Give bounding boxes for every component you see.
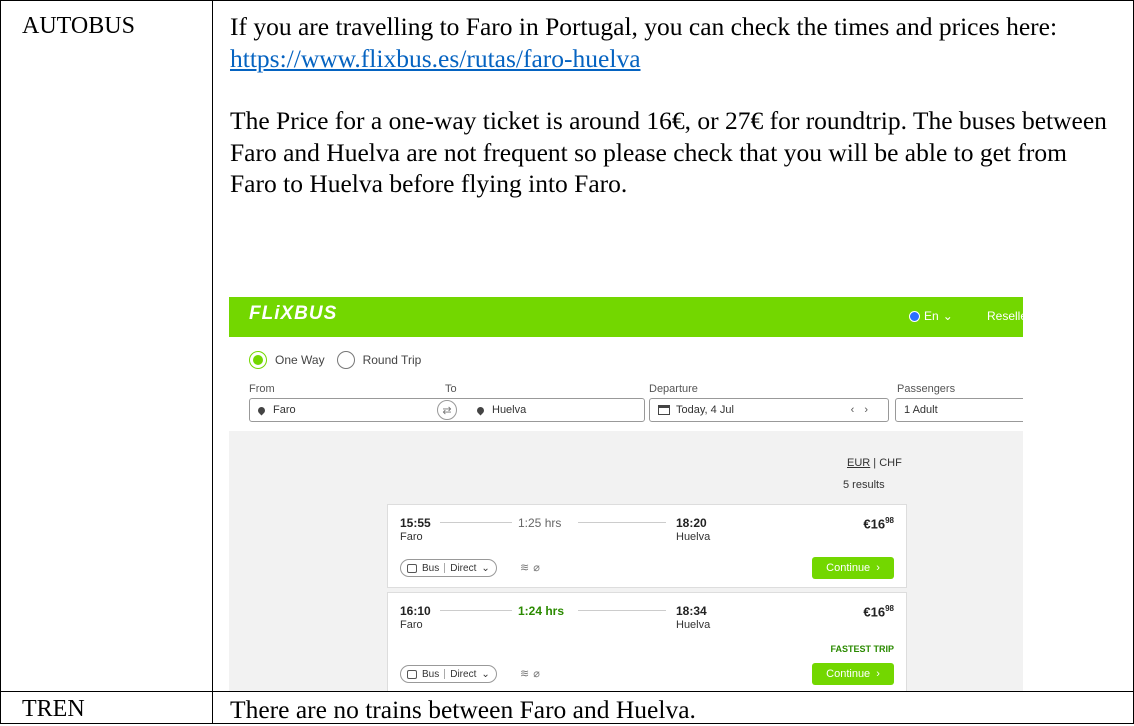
autobus-cell: If you are travelling to Faro in Portuga… [230,11,1120,200]
row-label-autobus: AUTOBUS [22,13,135,39]
calendar-icon [658,405,670,415]
arrival-time: 18:20 [676,516,707,530]
location-pin-icon [475,405,486,415]
chevron-down-icon: ⌄ [942,309,953,323]
to-input[interactable]: Huelva [492,404,526,416]
price-cents: 98 [885,604,894,613]
price: €1698 [863,516,894,531]
column-divider [212,1,213,723]
currency-switch: EUR | CHF [847,457,902,469]
swap-icon[interactable]: ⇄ [437,400,457,420]
chevron-down-icon: ⌄ [481,562,490,574]
chevron-down-icon: ⌄ [481,668,490,680]
reseller-link[interactable]: Reseller l [987,309,1023,323]
row-label-tren: TREN [22,696,85,722]
results-count: 5 results [843,479,885,491]
location-pin-icon [256,405,267,415]
currency-separator: | [873,457,877,469]
flixbus-logo: FLiXBUS [249,303,338,324]
tag-divider [444,563,446,573]
to-label: To [445,383,457,395]
one-way-label: One Way [275,353,325,367]
from-input[interactable]: Faro [273,404,453,416]
timeline-line [578,522,666,523]
price-main: €16 [863,604,886,620]
departure-field[interactable]: Today, 4 Jul ‹› [649,398,889,422]
price-main: €16 [863,516,886,532]
continue-label: Continue [826,668,871,680]
passengers-field[interactable]: 1 Adult [895,398,1023,422]
from-label: From [249,383,275,395]
route-type: Direct [450,668,477,680]
fastest-trip-badge: FASTEST TRIP [830,644,894,654]
currency-eur[interactable]: EUR [847,457,870,469]
price: €1698 [863,604,894,619]
bus-icon [407,563,417,573]
tren-cell: There are no trains between Faro and Hue… [230,695,696,724]
passengers-input: 1 Adult [904,404,938,416]
result-card: 16:10 1:24 hrs 18:34 Faro Huelva €1698 F… [387,592,907,691]
continue-button[interactable]: Continue › [812,663,894,685]
departure-label: Departure [649,383,698,395]
autobus-intro-text: If you are travelling to Faro in Portuga… [230,12,1058,41]
trip-duration: 1:24 hrs [518,604,565,618]
departure-time: 16:10 [400,604,431,618]
flixbus-header: FLiXBUS En ⌄ Reseller l [229,297,1023,337]
flixbus-route-link[interactable]: https://www.flixbus.es/rutas/faro-huelva [230,44,641,73]
timeline-line [440,610,512,611]
bus-icon [407,669,417,679]
language-label: En [924,309,939,323]
departure-city: Faro [400,531,423,543]
arrival-city: Huelva [676,619,711,631]
route-type: Direct [450,562,477,574]
language-selector[interactable]: En ⌄ [909,309,953,323]
timeline-line [578,610,666,611]
arrival-city: Huelva [676,531,711,543]
bus-type: Bus [422,562,440,574]
passengers-label: Passengers [897,383,956,395]
currency-chf[interactable]: CHF [879,457,902,469]
flixbus-screenshot: FLiXBUS En ⌄ Reseller l One Way Round Tr… [229,297,1023,691]
price-cents: 98 [885,516,894,525]
continue-label: Continue [826,562,871,574]
timeline-line [440,522,512,523]
autobus-price-text: The Price for a one-way ticket is around… [230,106,1107,198]
departure-city: Faro [400,619,423,631]
arrival-time: 18:34 [676,604,707,618]
round-trip-label: Round Trip [362,353,422,367]
chevron-right-icon: › [876,668,880,680]
one-way-radio[interactable] [249,351,267,369]
chevron-right-icon: › [876,562,880,574]
document-table: AUTOBUS If you are travelling to Faro in… [0,0,1134,724]
result-card: 15:55 1:25 hrs 18:20 Faro Huelva €1698 B… [387,504,907,588]
trip-duration: 1:25 hrs [518,516,562,530]
globe-icon [909,310,920,322]
bus-direct-tag[interactable]: Bus Direct ⌄ [400,559,497,577]
departure-input: Today, 4 Jul [676,404,734,416]
bus-type: Bus [422,668,440,680]
continue-button[interactable]: Continue › [812,557,894,579]
round-trip-radio[interactable] [336,351,355,369]
wifi-power-icons: ≋⌀ [520,668,544,680]
departure-time: 15:55 [400,516,431,530]
date-arrows-icon[interactable]: ‹› [851,404,878,416]
bus-direct-tag[interactable]: Bus Direct ⌄ [400,665,497,683]
wifi-power-icons: ≋⌀ [520,562,544,574]
tag-divider [444,669,446,679]
trip-type-selector: One Way Round Trip [249,351,433,369]
row-divider [1,691,1133,692]
